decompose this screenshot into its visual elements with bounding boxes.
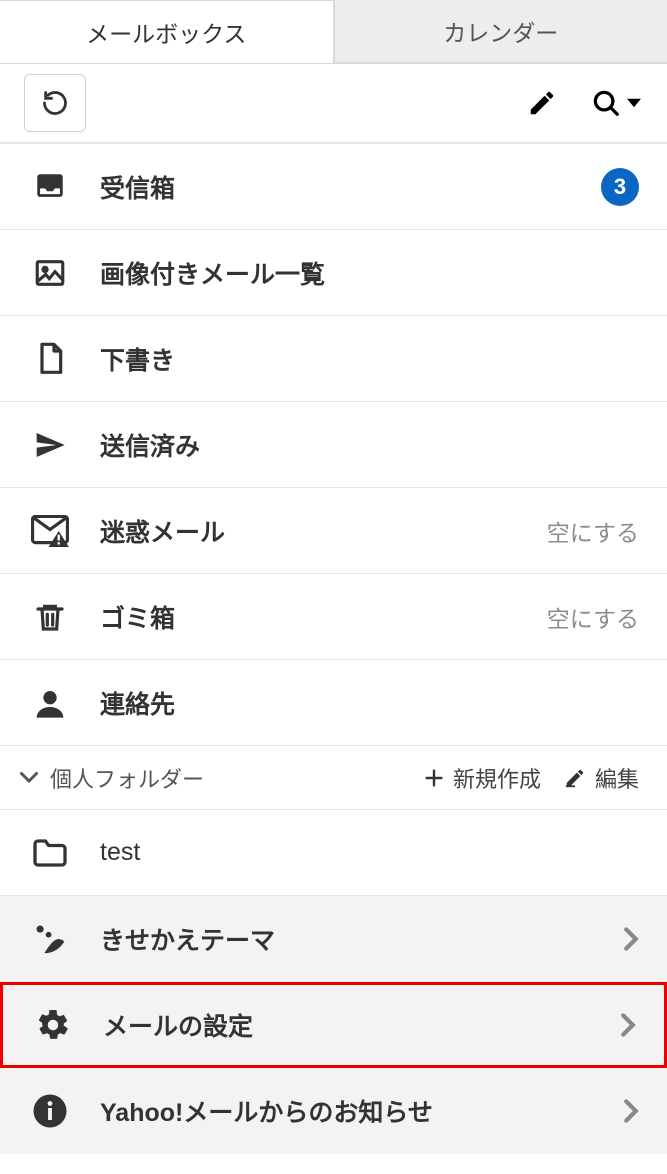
folder-trash-label: ゴミ箱 <box>72 599 547 635</box>
folder-icon <box>28 838 72 868</box>
chevron-right-icon <box>623 926 639 952</box>
personal-folder-label: test <box>72 838 639 867</box>
send-icon <box>28 429 72 461</box>
inbox-unread-badge: 3 <box>601 168 639 206</box>
search-icon <box>591 88 641 118</box>
search-button[interactable] <box>593 80 639 126</box>
folder-drafts-label: 下書き <box>72 341 639 377</box>
tab-mailbox[interactable]: メールボックス <box>0 0 334 63</box>
edit-folders-label: 編集 <box>595 762 639 794</box>
tab-calendar[interactable]: カレンダー <box>334 0 667 63</box>
new-folder-button[interactable]: 新規作成 <box>423 762 541 794</box>
trash-icon <box>28 599 72 635</box>
edit-icon <box>563 767 587 789</box>
image-icon <box>28 256 72 290</box>
plus-icon <box>423 767 445 789</box>
chevron-right-icon <box>620 1012 636 1038</box>
theme-icon <box>28 922 72 956</box>
folder-inbox[interactable]: 受信箱 3 <box>0 144 667 230</box>
menu-settings[interactable]: メールの設定 <box>0 982 667 1068</box>
toolbar <box>0 64 667 144</box>
folder-drafts[interactable]: 下書き <box>0 316 667 402</box>
menu-news-label: Yahoo!メールからのお知らせ <box>72 1093 623 1129</box>
folder-contacts[interactable]: 連絡先 <box>0 660 667 746</box>
menu-settings-label: メールの設定 <box>75 1007 620 1043</box>
folder-inbox-label: 受信箱 <box>72 169 601 205</box>
tab-calendar-label: カレンダー <box>443 14 558 48</box>
personal-folders-title[interactable]: 個人フォルダー <box>50 762 401 794</box>
gear-icon <box>31 1007 75 1043</box>
spam-icon <box>28 515 72 547</box>
refresh-icon <box>41 89 69 117</box>
menu-theme-label: きせかえテーマ <box>72 921 623 957</box>
folder-sent-label: 送信済み <box>72 427 639 463</box>
folder-images-label: 画像付きメール一覧 <box>72 255 639 291</box>
edit-folders-button[interactable]: 編集 <box>563 762 639 794</box>
chevron-right-icon <box>623 1098 639 1124</box>
person-icon <box>28 686 72 720</box>
refresh-button[interactable] <box>24 74 86 132</box>
personal-folders-header: 個人フォルダー 新規作成 編集 <box>0 746 667 810</box>
folder-images[interactable]: 画像付きメール一覧 <box>0 230 667 316</box>
info-icon <box>28 1093 72 1129</box>
compose-button[interactable] <box>519 80 565 126</box>
empty-spam-button[interactable]: 空にする <box>547 514 639 548</box>
folder-contacts-label: 連絡先 <box>72 685 639 721</box>
folder-sent[interactable]: 送信済み <box>0 402 667 488</box>
tab-mailbox-label: メールボックス <box>86 15 246 49</box>
menu-news[interactable]: Yahoo!メールからのお知らせ <box>0 1068 667 1154</box>
folder-trash[interactable]: ゴミ箱 空にする <box>0 574 667 660</box>
menu-theme[interactable]: きせかえテーマ <box>0 896 667 982</box>
personal-folder-item[interactable]: test <box>0 810 667 896</box>
top-tabs: メールボックス カレンダー <box>0 0 667 64</box>
pencil-icon <box>527 88 557 118</box>
folder-spam[interactable]: 迷惑メール 空にする <box>0 488 667 574</box>
empty-trash-button[interactable]: 空にする <box>547 600 639 634</box>
chevron-down-icon[interactable] <box>18 772 40 784</box>
folder-spam-label: 迷惑メール <box>72 513 547 549</box>
file-icon <box>28 340 72 378</box>
new-folder-label: 新規作成 <box>453 762 541 794</box>
inbox-icon <box>28 170 72 204</box>
